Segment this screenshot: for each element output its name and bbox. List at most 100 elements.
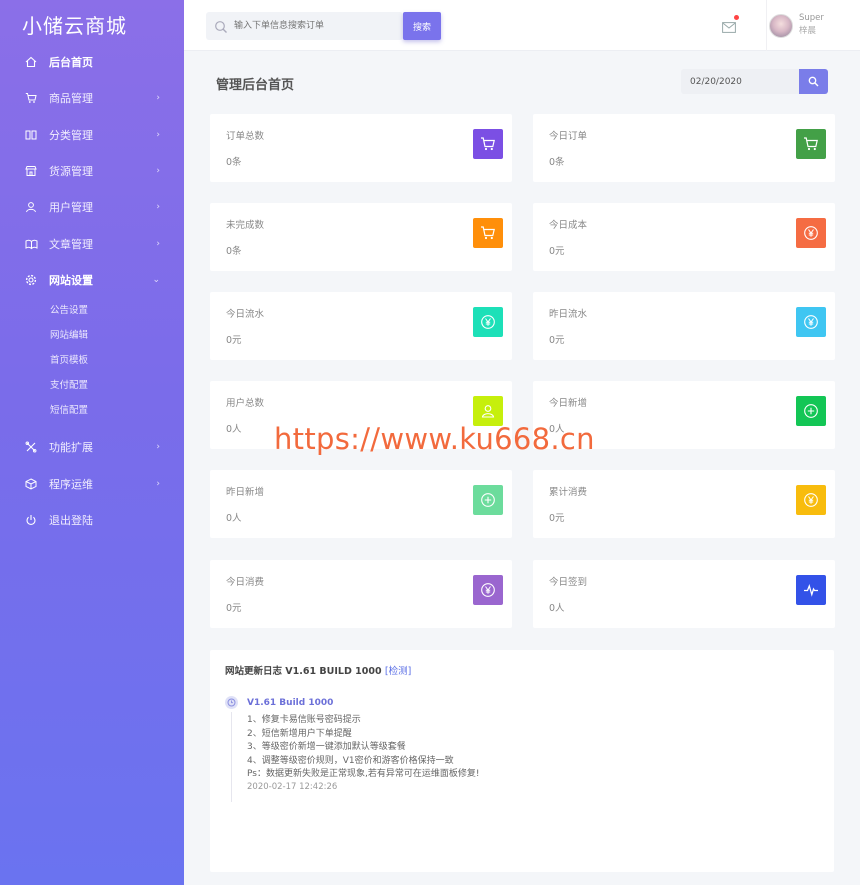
- date-field[interactable]: [681, 69, 799, 94]
- gear-icon: [24, 273, 38, 287]
- stat-label: 订单总数: [226, 131, 265, 142]
- sidebar-item-label: 用户管理: [49, 201, 93, 215]
- stat-card: 昨日新增 0人: [210, 470, 512, 538]
- submenu-item-homepage-template[interactable]: 首页模板: [0, 348, 184, 373]
- stat-value: 0条: [226, 157, 242, 168]
- submenu-item-site-edit[interactable]: 网站编辑: [0, 323, 184, 348]
- search-button[interactable]: 搜索: [403, 12, 441, 40]
- submenu-item-payment-config[interactable]: 支付配置: [0, 373, 184, 398]
- log-timestamp: 2020-02-17 12:42:26: [247, 782, 338, 792]
- stat-label: 今日消费: [226, 577, 265, 588]
- sidebar-item-label: 退出登陆: [49, 513, 93, 527]
- columns-icon: [24, 128, 38, 142]
- plus-circle-icon: [796, 396, 826, 426]
- chevron-right-icon: ›: [156, 129, 160, 140]
- stat-card: 未完成数 0条: [210, 203, 512, 271]
- site-settings-submenu: 公告设置 网站编辑 首页模板 支付配置 短信配置: [0, 298, 184, 423]
- cart-icon: [24, 91, 38, 105]
- chevron-right-icon: ›: [156, 166, 160, 177]
- sidebar-menu-lower: 功能扩展 › 程序运维 › 退出登陆: [0, 429, 184, 538]
- sidebar-item-label: 后台首页: [49, 56, 93, 70]
- order-search-input[interactable]: [234, 17, 399, 35]
- cart-icon: [796, 129, 826, 159]
- user-icon: [24, 200, 38, 214]
- submenu-item-sms-config[interactable]: 短信配置: [0, 398, 184, 423]
- chevron-right-icon: ›: [156, 202, 160, 213]
- stat-label: 今日成本: [549, 220, 588, 231]
- yen-icon: [796, 307, 826, 337]
- sidebar-item-products[interactable]: 商品管理 ›: [0, 80, 184, 116]
- stat-value: 0条: [226, 246, 242, 257]
- stat-label: 昨日流水: [549, 309, 588, 320]
- stat-card: 昨日流水 0元: [533, 292, 835, 360]
- cube-icon: [24, 477, 38, 491]
- stat-card: 今日订单 0条: [533, 114, 835, 182]
- sidebar-item-extensions[interactable]: 功能扩展 ›: [0, 429, 184, 465]
- yen-icon: [796, 485, 826, 515]
- page-title: 管理后台首页: [216, 78, 295, 93]
- mail-icon[interactable]: [722, 15, 739, 37]
- stat-value: 0元: [226, 603, 242, 614]
- stat-value: 0人: [549, 603, 565, 614]
- stat-label: 未完成数: [226, 220, 265, 231]
- sidebar-item-label: 分类管理: [49, 128, 93, 142]
- log-item: 2、短信新增用户下单提醒: [247, 728, 352, 739]
- stat-card: 今日签到 0人: [533, 560, 835, 628]
- store-icon: [24, 164, 38, 178]
- sidebar-item-users[interactable]: 用户管理 ›: [0, 189, 184, 225]
- sidebar-item-articles[interactable]: 文章管理 ›: [0, 225, 184, 261]
- sidebar-item-sources[interactable]: 货源管理 ›: [0, 153, 184, 189]
- stat-label: 用户总数: [226, 398, 265, 409]
- stat-label: 今日流水: [226, 309, 265, 320]
- stat-label: 昨日新增: [226, 487, 265, 498]
- sidebar-item-label: 货源管理: [49, 165, 93, 179]
- update-log-heading: 网站更新日志 V1.61 BUILD 1000: [225, 666, 382, 677]
- chevron-right-icon: ›: [156, 238, 160, 249]
- stat-value: 0人: [226, 513, 242, 524]
- cart-icon: [473, 218, 503, 248]
- sidebar-item-label: 网站设置: [49, 273, 93, 287]
- yen-icon: [473, 307, 503, 337]
- stat-card: 订单总数 0条: [210, 114, 512, 182]
- stat-label: 今日签到: [549, 577, 588, 588]
- sidebar-menu: 后台首页 商品管理 › 分类管理 › 货源管理 › 用户管理 › 文章管理 › …: [0, 44, 184, 298]
- tools-icon: [24, 440, 38, 454]
- sidebar-item-logout[interactable]: 退出登陆: [0, 502, 184, 538]
- stat-value: 0条: [549, 157, 565, 168]
- topbar: 搜索 Super 梓晨: [184, 0, 860, 51]
- order-search-box: [206, 12, 403, 40]
- log-item: 1、修复卡易信账号密码提示: [247, 715, 361, 725]
- watermark-text: https://www.ku668.cn: [274, 422, 595, 456]
- log-item: 3、等级密价新增一键添加默认等级套餐: [247, 742, 406, 752]
- user-nickname: 梓晨: [799, 26, 817, 36]
- sidebar-item-label: 文章管理: [49, 237, 93, 251]
- home-icon: [24, 55, 38, 69]
- log-item: 4、调整等级密价规则，V1密价和游客价格保持一致: [247, 755, 454, 766]
- plus-circle-icon: [473, 485, 503, 515]
- chevron-right-icon: ›: [156, 478, 160, 489]
- stat-label: 累计消费: [549, 487, 588, 498]
- update-log-title: 网站更新日志 V1.61 BUILD 1000 [检测]: [225, 663, 411, 677]
- sidebar: 小储云商城 后台首页 商品管理 › 分类管理 › 货源管理 › 用户管理 › 文…: [0, 0, 184, 885]
- stat-card: 今日消费 0元: [210, 560, 512, 628]
- submenu-item-announcement[interactable]: 公告设置: [0, 298, 184, 323]
- date-search-button[interactable]: [799, 69, 828, 94]
- stat-value: 0元: [549, 246, 565, 257]
- timeline-line: [231, 712, 232, 802]
- stat-card: 今日流水 0元: [210, 292, 512, 360]
- sidebar-item-maintenance[interactable]: 程序运维 ›: [0, 465, 184, 501]
- chevron-down-icon: ⌄: [152, 274, 160, 285]
- sidebar-item-site-settings[interactable]: 网站设置 ⌄: [0, 262, 184, 298]
- avatar[interactable]: [769, 14, 793, 38]
- chevron-right-icon: ›: [156, 93, 160, 104]
- user-menu[interactable]: Super 梓晨: [766, 0, 836, 51]
- sidebar-item-categories[interactable]: 分类管理 ›: [0, 117, 184, 153]
- brand-logo[interactable]: 小储云商城: [0, 0, 184, 44]
- sidebar-item-home[interactable]: 后台首页: [0, 44, 184, 80]
- check-update-link[interactable]: [检测]: [385, 666, 411, 677]
- stat-card: 累计消费 0元: [533, 470, 835, 538]
- stat-value: 0元: [549, 335, 565, 346]
- stat-label: 今日订单: [549, 131, 588, 142]
- cart-icon: [473, 129, 503, 159]
- stat-value: 0人: [226, 424, 242, 435]
